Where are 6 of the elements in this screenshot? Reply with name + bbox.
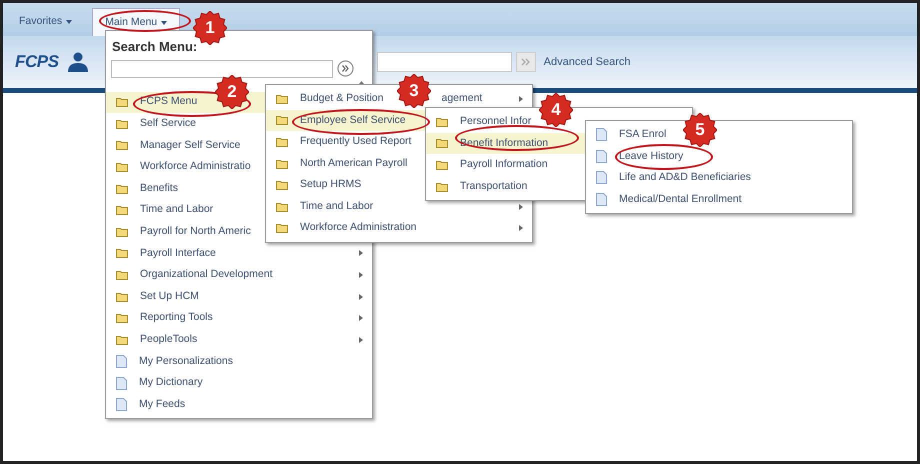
step-badge: 4 [539,93,573,127]
step-badge: 3 [397,74,431,108]
step-badge: 5 [683,113,717,147]
step-badge: 2 [215,75,249,109]
step-badge: 1 [193,11,227,45]
logo-text: FCPS [15,51,59,74]
